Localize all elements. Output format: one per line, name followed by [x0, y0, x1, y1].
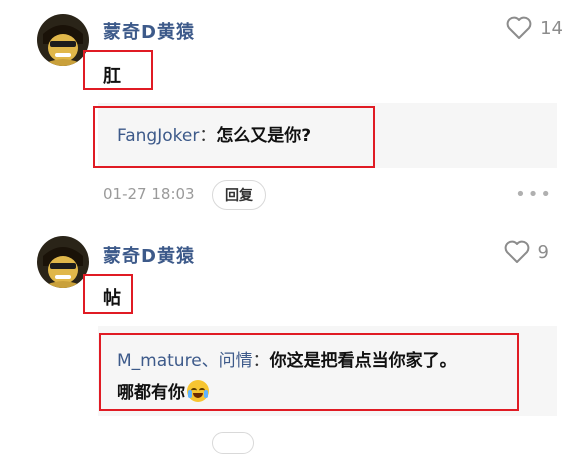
highlight-box — [93, 106, 375, 168]
heart-icon — [506, 16, 532, 40]
like-button[interactable]: 9 — [504, 240, 549, 264]
highlight-box — [83, 274, 133, 314]
heart-icon — [504, 240, 530, 264]
comment-username[interactable]: 蒙奇D黄猿 — [103, 18, 195, 44]
highlight-box — [99, 333, 519, 411]
timestamp: 01-27 18:03 — [103, 185, 195, 203]
more-options-icon[interactable]: ••• — [515, 184, 553, 205]
reply-button-partial[interactable] — [212, 432, 254, 454]
comment-username[interactable]: 蒙奇D黄猿 — [103, 242, 195, 268]
reply-button[interactable]: 回复 — [212, 180, 266, 210]
avatar[interactable] — [37, 14, 89, 66]
avatar[interactable] — [37, 236, 89, 288]
highlight-box — [83, 50, 153, 90]
like-count: 14 — [540, 17, 563, 39]
like-button[interactable]: 14 — [506, 16, 563, 40]
like-count: 9 — [537, 241, 549, 263]
